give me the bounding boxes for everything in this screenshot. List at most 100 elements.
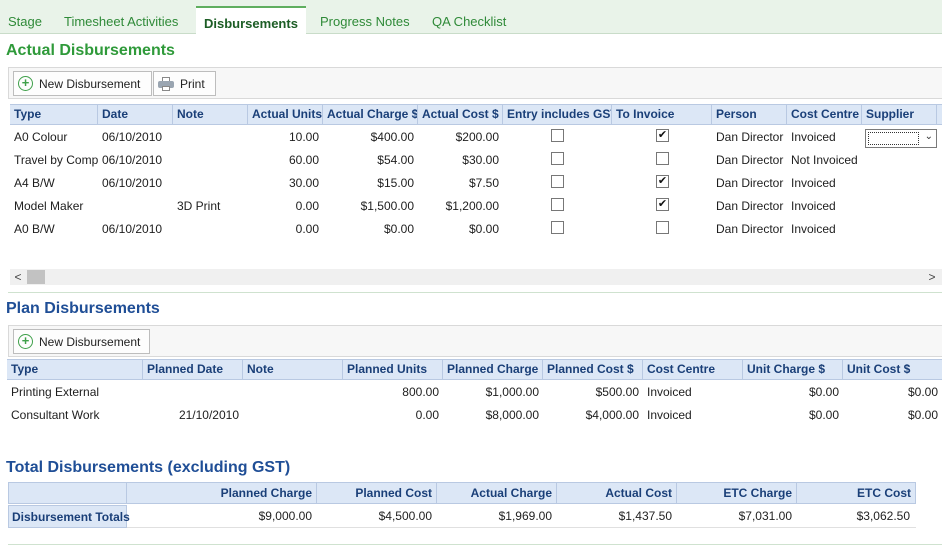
new-disbursement-label: New Disbursement xyxy=(39,76,141,91)
charge-cell: $0.00 xyxy=(383,222,414,236)
to-invoice-checkbox[interactable]: ✔ xyxy=(656,129,669,143)
col-planned-charge[interactable]: Planned Charge $ xyxy=(443,360,543,379)
total-disbursements-title: Total Disbursements (excluding GST) xyxy=(6,459,291,476)
horizontal-scrollbar[interactable]: < > xyxy=(10,269,942,285)
note-cell xyxy=(173,218,248,241)
note-cell xyxy=(173,126,248,149)
actual-toolbar: + New Disbursement Print xyxy=(8,67,942,99)
gst-checkbox[interactable] xyxy=(551,129,564,143)
col-note[interactable]: Note xyxy=(243,360,343,379)
type-cell: Model Maker xyxy=(14,199,84,213)
tab-progress-notes[interactable]: Progress Notes xyxy=(320,14,410,29)
charge-cell: $400.00 xyxy=(370,130,414,144)
col-unit-cost[interactable]: Unit Cost $ xyxy=(843,360,942,379)
col-unit-charge[interactable]: Unit Charge $ xyxy=(743,360,843,379)
plan-toolbar: + New Disbursement xyxy=(8,325,942,357)
col-cost-centre[interactable]: Cost Centre xyxy=(643,360,743,379)
scrollbar-thumb[interactable] xyxy=(27,270,45,284)
scroll-left-arrow-icon[interactable]: < xyxy=(10,269,26,285)
col-supplier[interactable]: Supplier xyxy=(862,105,937,124)
units-cell: 0.00 xyxy=(295,222,319,236)
table-row[interactable]: Consultant Work 21/10/2010 0.00 $8,000.0… xyxy=(7,404,942,427)
new-disbursement-button[interactable]: + New Disbursement xyxy=(13,71,152,96)
col-more xyxy=(937,105,942,124)
supplier-cell[interactable] xyxy=(865,172,937,195)
col-actual-cost[interactable]: Actual Cost $ xyxy=(418,105,503,124)
charge-cell: $1,500.00 xyxy=(360,199,414,213)
charge-cell: $1,000.00 xyxy=(485,385,539,399)
new-plan-disbursement-button[interactable]: + New Disbursement xyxy=(13,329,150,354)
date-cell: 06/10/2010 xyxy=(102,130,163,144)
cost-cell: $200.00 xyxy=(455,130,499,144)
gst-checkbox[interactable] xyxy=(551,221,564,235)
note-cell xyxy=(243,404,343,427)
col-date[interactable]: Date xyxy=(98,105,173,124)
col-type[interactable]: Type xyxy=(10,105,98,124)
units-cell: 60.00 xyxy=(288,153,319,167)
col-actual-charge[interactable]: Actual Charge $ xyxy=(323,105,418,124)
col-etc-charge: ETC Charge xyxy=(677,483,797,503)
cost-cell: $0.00 xyxy=(468,222,499,236)
tab-timesheet-activities[interactable]: Timesheet Activities xyxy=(64,14,178,29)
type-cell: A0 Colour xyxy=(14,130,68,144)
col-actual-units[interactable]: Actual Units xyxy=(248,105,323,124)
supplier-cell[interactable] xyxy=(865,218,937,241)
table-row[interactable]: Model Maker 3D Print 0.00 $1,500.00 $1,2… xyxy=(10,195,942,218)
col-note[interactable]: Note xyxy=(173,105,248,124)
totals-row: Disbursement Totals $9,000.00 $4,500.00 … xyxy=(8,505,916,528)
col-planned-units[interactable]: Planned Units xyxy=(343,360,443,379)
to-invoice-checkbox[interactable] xyxy=(656,221,669,235)
charge-cell: $54.00 xyxy=(377,153,414,167)
print-label: Print xyxy=(180,76,205,91)
col-planned-date[interactable]: Planned Date xyxy=(143,360,243,379)
gst-checkbox[interactable] xyxy=(551,175,564,189)
gst-checkbox[interactable] xyxy=(551,198,564,212)
date-cell: 06/10/2010 xyxy=(102,222,163,236)
supplier-cell[interactable] xyxy=(865,195,937,218)
col-to-invoice[interactable]: To Invoice xyxy=(612,105,712,124)
col-etc-cost: ETC Cost xyxy=(857,486,911,500)
type-cell: Consultant Work xyxy=(11,408,100,422)
to-invoice-checkbox[interactable]: ✔ xyxy=(656,198,669,212)
actual-disbursements-title: Actual Disbursements xyxy=(6,42,175,59)
table-row[interactable]: A4 B/W 06/10/2010 30.00 $15.00 $7.50 ✔ D… xyxy=(10,172,942,195)
table-row[interactable]: Printing External 800.00 $1,000.00 $500.… xyxy=(7,381,942,404)
to-invoice-checkbox[interactable]: ✔ xyxy=(656,175,669,189)
actual-charge-total: $1,969.00 xyxy=(498,509,552,523)
col-actual-charge: Actual Charge xyxy=(437,483,557,503)
person-cell: Dan Director xyxy=(716,153,784,167)
tab-disbursements[interactable]: Disbursements xyxy=(196,6,306,35)
table-row[interactable]: A0 Colour 06/10/2010 10.00 $400.00 $200.… xyxy=(10,126,942,149)
gst-checkbox[interactable] xyxy=(551,152,564,166)
supplier-dropdown[interactable]: ⌄ xyxy=(865,129,937,148)
table-row[interactable]: A0 B/W 06/10/2010 0.00 $0.00 $0.00 Dan D… xyxy=(10,218,942,241)
supplier-dropdown-value xyxy=(868,132,919,145)
to-invoice-checkbox[interactable] xyxy=(656,152,669,166)
date-cell: 06/10/2010 xyxy=(102,176,163,190)
col-type[interactable]: Type xyxy=(7,360,143,379)
printer-icon xyxy=(158,76,174,91)
add-icon: + xyxy=(18,76,33,91)
col-planned-cost: Planned Cost xyxy=(317,483,437,503)
planned-date-cell: 21/10/2010 xyxy=(178,408,239,422)
cost-centre-cell: Not Invoiced xyxy=(791,153,858,167)
date-cell: 06/10/2010 xyxy=(102,153,163,167)
supplier-cell[interactable] xyxy=(865,149,937,172)
cost-cell: $4,000.00 xyxy=(585,408,639,422)
col-cost-centre[interactable]: Cost Centre xyxy=(787,105,862,124)
bottom-divider xyxy=(8,544,942,545)
cost-centre-cell: Invoiced xyxy=(791,222,836,236)
col-person[interactable]: Person xyxy=(712,105,787,124)
person-cell: Dan Director xyxy=(716,130,784,144)
scroll-right-arrow-icon[interactable]: > xyxy=(924,269,940,285)
col-entry-includes-gst[interactable]: Entry includes GST xyxy=(503,105,612,124)
charge-cell: $8,000.00 xyxy=(485,408,539,422)
table-row[interactable]: Travel by Comp 06/10/2010 60.00 $54.00 $… xyxy=(10,149,942,172)
cost-cell: $30.00 xyxy=(462,153,499,167)
print-button[interactable]: Print xyxy=(153,71,216,96)
unit-cost-cell: $0.00 xyxy=(907,385,938,399)
cost-cell: $1,200.00 xyxy=(445,199,499,213)
tab-qa-checklist[interactable]: QA Checklist xyxy=(432,14,506,29)
col-planned-cost[interactable]: Planned Cost $ xyxy=(543,360,643,379)
tab-stage[interactable]: Stage xyxy=(8,14,42,29)
